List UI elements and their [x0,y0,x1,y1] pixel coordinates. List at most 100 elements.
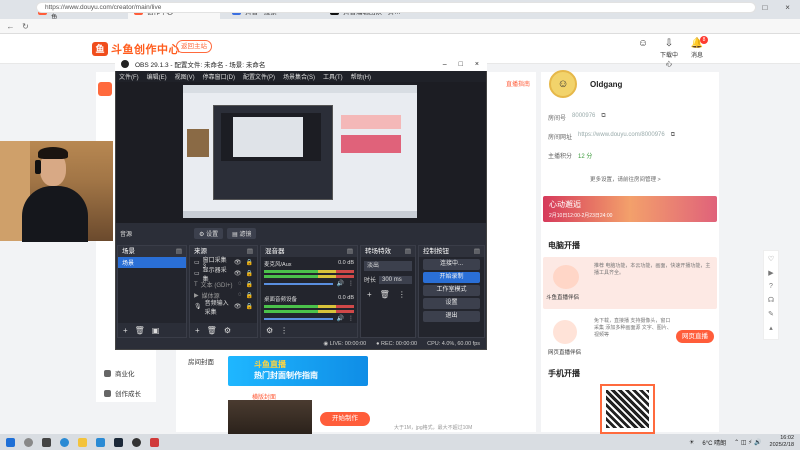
site-logo[interactable]: 鱼 斗鱼创作中心 [92,40,180,58]
heart-icon[interactable]: ♡ [768,255,774,263]
banner-title: 斗鱼直播 [254,360,286,369]
close-window-icon[interactable]: × [785,3,790,12]
dock-menu-icon[interactable]: ▤ [405,246,411,257]
scene-item[interactable]: 场景 [118,257,186,268]
gear-icon[interactable]: ⚙ [266,326,273,335]
dock-menu-icon[interactable]: ▤ [347,246,353,257]
refresh-icon[interactable]: ↻ [21,22,30,31]
add-icon[interactable]: + [367,290,372,299]
more-settings-link[interactable]: 更多设置，请前往房间管理 > [590,175,661,183]
menu-help[interactable]: 帮助(H) [351,72,371,81]
lock-icon[interactable]: 🔒 [246,292,253,299]
add-icon[interactable]: + [123,326,128,335]
lock-icon[interactable]: 🔒 [246,303,253,310]
app-icon[interactable] [150,437,159,447]
studio-mode-button[interactable]: 工作室模式 [423,285,480,296]
transition-select[interactable]: 淡出 [364,261,412,271]
event-banner[interactable]: 心动邂逅 2月10日12:00-2月23日24:00 [543,196,717,222]
volume-slider[interactable] [264,282,333,285]
filter-icon[interactable]: ▣ [152,326,160,335]
copy-icon[interactable]: ⧉ [671,132,675,141]
store-icon[interactable] [96,437,105,447]
edge-icon[interactable] [60,437,69,447]
eye-icon[interactable]: 👁 [234,303,242,310]
task-view-icon[interactable] [42,437,51,447]
start-streaming-button[interactable]: 连接中... [423,259,480,270]
eye-off-icon[interactable]: ◌ [238,281,242,288]
volume-slider[interactable] [264,317,333,320]
trash-icon[interactable]: 🗑 [207,326,217,335]
dock-menu-icon[interactable]: ▤ [247,246,253,257]
speaker-icon[interactable]: 🔊 [337,315,344,322]
download-center-link[interactable]: ⇩ 下载中心 [658,38,680,68]
start-icon[interactable] [6,437,15,447]
lock-icon[interactable]: 🔒 [246,281,253,288]
more-icon[interactable]: ⋮ [348,315,354,322]
menu-scene-collection[interactable]: 场景集合(S) [283,72,315,81]
sidebar-item-growth[interactable]: 创作成长 [104,388,154,398]
start-making-button[interactable]: 开始制作 [320,412,370,426]
filters-button[interactable]: ▤ 滤镜 [227,227,257,239]
obs-title: OBS 29.1.3 - 配置文件: 未命名 - 场景: 未命名 [135,62,266,69]
cover-guide-banner[interactable]: 斗鱼直播 热门封面制作指南 [228,356,368,386]
folder-icon[interactable] [78,437,87,447]
lock-icon[interactable]: 🔒 [246,259,253,266]
source-item[interactable]: ▭ 显示器采集 👁 🔒 [190,268,257,283]
window-icon: ▭ [194,260,200,266]
help-icon[interactable]: ? [769,283,773,290]
menu-profile[interactable]: 配置文件(P) [243,72,275,81]
dock-menu-icon[interactable]: ▤ [474,246,480,257]
maximize-icon[interactable]: □ [762,3,767,12]
header-avatar[interactable]: ☺ [632,38,654,50]
video-icon[interactable]: ▶ [768,269,773,277]
windows-taskbar: ☀ 6°C 晴朗 ⌃ ◫ ⚡ 🔊 16:02 2025/2/18 [0,434,800,450]
more-icon[interactable]: ⋮ [280,326,288,335]
eye-icon[interactable]: 👁 [234,270,242,277]
menu-tools[interactable]: 工具(T) [323,72,343,81]
trash-icon[interactable]: 🗑 [135,326,145,335]
url-field[interactable]: https://www.douyu.com/creator/main/live [36,2,756,13]
settings-button[interactable]: 设置 [423,298,480,309]
lock-icon[interactable]: 🔒 [246,270,253,277]
eye-off-icon[interactable]: ◌ [238,292,242,299]
menu-edit[interactable]: 编辑(E) [147,72,167,81]
maximize-icon[interactable]: □ [459,61,463,68]
steam-icon[interactable] [114,437,123,447]
tray-icons[interactable]: ⌃ ◫ ⚡ 🔊 [734,439,761,446]
menu-view[interactable]: 视图(V) [175,72,195,81]
feedback-icon[interactable]: ✎ [768,310,774,318]
clock[interactable]: 16:02 2025/2/18 [770,435,794,449]
cover-preview-image[interactable] [228,400,312,434]
minimize-icon[interactable]: – [443,61,447,68]
gear-icon[interactable]: ⚙ [224,326,231,335]
source-item[interactable]: T 文本 (GDI+) ◌ 🔒 [190,279,257,290]
exit-button[interactable]: 退出 [423,311,480,322]
properties-button[interactable]: ⚙ 设置 [194,227,224,239]
add-icon[interactable]: + [195,326,200,335]
top-icon[interactable]: ▴ [769,324,773,332]
headset-icon[interactable]: ☊ [768,296,774,304]
guide-link[interactable]: 直播指南 [506,79,530,88]
source-item[interactable]: 🎙 音频输入采集 👁 🔒 [190,301,257,316]
obs-taskbar-icon[interactable] [132,437,141,447]
menu-file[interactable]: 文件(F) [119,72,139,81]
web-live-button[interactable]: 网页直播 [676,330,714,343]
obs-preview-canvas[interactable] [183,85,417,218]
close-icon[interactable]: × [475,61,479,68]
speaker-icon[interactable]: 🔊 [337,280,344,287]
copy-icon[interactable]: ⧉ [601,113,605,122]
dock-menu-icon[interactable]: ▤ [176,246,182,257]
eye-icon[interactable]: 👁 [234,259,242,266]
start-recording-button[interactable]: 开始录制 [423,272,480,283]
weather-text[interactable]: 6°C 晴朗 [702,438,726,447]
more-icon[interactable]: ⋮ [398,290,406,299]
trash-icon[interactable]: 🗑 [380,290,390,299]
more-icon[interactable]: ⋮ [348,280,354,287]
back-arrow-icon[interactable]: ← [6,22,15,31]
user-avatar[interactable]: ☺ [549,70,577,98]
duration-input[interactable]: 300 ms [379,275,412,284]
menu-docks[interactable]: 停靠窗口(D) [203,72,235,81]
sidebar-item-commercial[interactable]: 商业化 [104,368,154,378]
search-icon[interactable] [24,437,33,447]
back-to-main-button[interactable]: 返回主站 [176,40,212,53]
